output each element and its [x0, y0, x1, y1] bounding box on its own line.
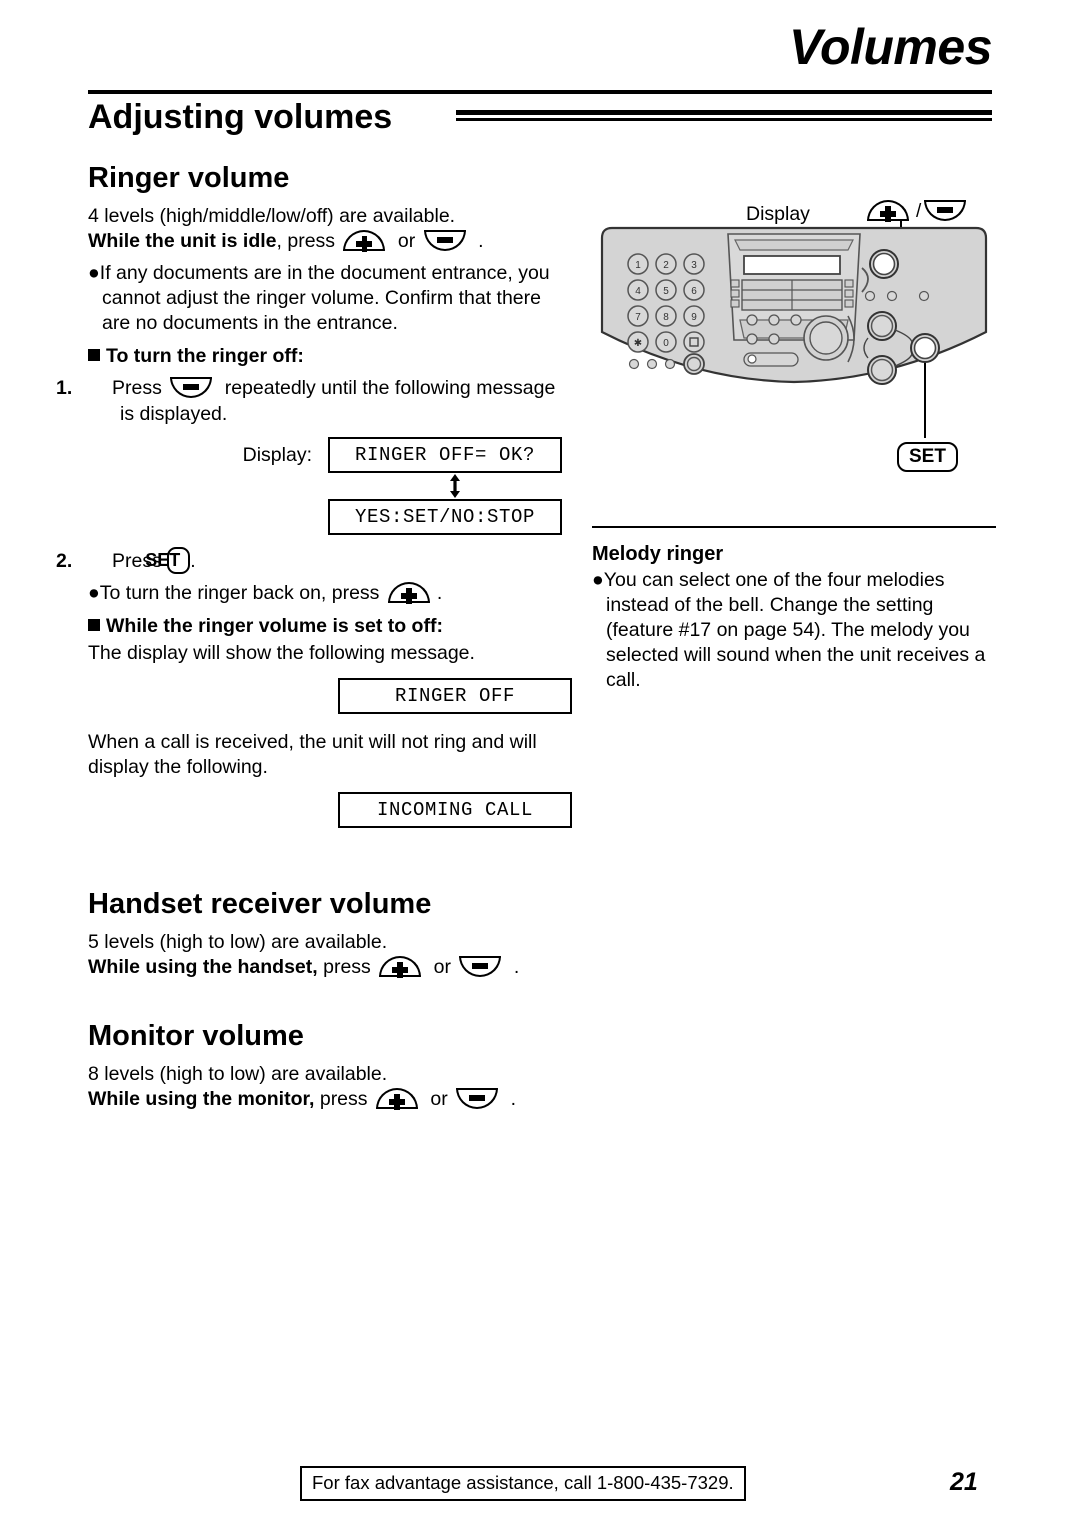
- step-1: 1. Press repeatedly until the following m…: [56, 375, 572, 427]
- section-title: Adjusting volumes: [88, 98, 393, 136]
- lcd-incoming-call: INCOMING CALL: [338, 792, 572, 828]
- volume-up-icon-monitor[interactable]: [375, 1088, 422, 1111]
- display-row-ringer-off-ok: Display: RINGER OFF= OK?: [88, 437, 572, 473]
- monitor-or-word: or: [430, 1088, 448, 1110]
- svg-text:5: 5: [663, 286, 669, 297]
- ringer-levels-line: 4 levels (high/middle/low/off) are avail…: [88, 205, 456, 227]
- lcd-ringer-off-ok: RINGER OFF= OK?: [328, 437, 562, 473]
- volume-up-icon-handset[interactable]: [379, 956, 425, 979]
- handset-press-bold: While using the handset,: [88, 956, 318, 978]
- display-label: Display:: [242, 443, 312, 466]
- lcd-yes-set-no-stop: YES:SET/NO:STOP: [328, 499, 562, 535]
- section-rule-thick: [456, 110, 992, 115]
- monitor-press-rest: press: [319, 1088, 368, 1110]
- volume-down-icon-step1[interactable]: [170, 377, 216, 400]
- handset-levels-line: 5 levels (high to low) are available.: [88, 931, 388, 953]
- right-column-divider: [592, 526, 996, 528]
- page-number: 21: [950, 1468, 978, 1496]
- square-bullet-icon-2: [88, 619, 100, 631]
- section-rules: [456, 110, 992, 121]
- updown-arrow-icon: [338, 473, 572, 499]
- step-2-number: 2.: [56, 550, 73, 572]
- ringer-press-line: While the unit is idle, press or .: [88, 229, 572, 254]
- svg-text:4: 4: [635, 286, 641, 297]
- ringer-back-on-post: .: [436, 582, 443, 604]
- step-1-pre: Press: [112, 377, 162, 399]
- chapter-title: Volumes: [788, 19, 993, 75]
- svg-text:0: 0: [663, 338, 669, 349]
- volume-down-icon-handset[interactable]: [459, 956, 505, 979]
- ringer-documents-bullet-text: If any documents are in the document ent…: [99, 262, 550, 334]
- heading-ringer-set-to-off: While the ringer volume is set to off:: [88, 614, 572, 639]
- svg-text:1: 1: [635, 260, 641, 271]
- svg-text:2: 2: [663, 260, 669, 271]
- volume-callout-separator: /: [916, 201, 922, 222]
- ringer-press-bold: While the unit is idle: [88, 230, 277, 252]
- section-rule-thin: [456, 118, 992, 121]
- heading-ringer-volume: Ringer volume: [88, 162, 290, 194]
- ringer-press-period: .: [478, 230, 484, 252]
- svg-text:✱: ✱: [634, 338, 642, 349]
- svg-text:3: 3: [691, 260, 697, 271]
- melody-ringer-bullet: ●You can select one of the four melodies…: [592, 569, 986, 691]
- ringer-back-on-pre: To turn the ringer back on, press: [99, 582, 380, 604]
- turn-ringer-off-text: To turn the ringer off:: [106, 345, 304, 367]
- ringer-set-to-off-text: While the ringer volume is set to off:: [106, 615, 443, 637]
- page-header: Volumes: [88, 18, 993, 94]
- left-column: Ringer volume 4 levels (high/middle/low/…: [56, 160, 572, 1112]
- handset-press-line: While using the handset, press or .: [88, 955, 572, 980]
- ringer-back-on-bullet: ●To turn the ringer back on, press .: [88, 582, 443, 605]
- handset-or-word: or: [433, 956, 451, 978]
- svg-text:9: 9: [691, 312, 697, 323]
- volume-down-icon[interactable]: [423, 230, 470, 253]
- step-1-number: 1.: [56, 377, 73, 399]
- volume-up-icon[interactable]: [343, 230, 389, 253]
- step-2-post: .: [190, 550, 196, 572]
- display-row-yes-set-no-stop: YES:SET/NO:STOP: [88, 499, 572, 535]
- set-callout-badge[interactable]: SET: [897, 442, 958, 472]
- step-2: 2. Press SET.: [56, 547, 572, 574]
- svg-text:6: 6: [691, 286, 697, 297]
- heading-turn-ringer-off: To turn the ringer off:: [88, 344, 572, 369]
- melody-ringer-bullet-text: You can select one of the four melodies …: [603, 569, 986, 691]
- handset-press-period: .: [513, 956, 520, 978]
- ringer-set-to-off-body: The display will show the following mess…: [88, 642, 475, 664]
- heading-melody-ringer: Melody ringer: [592, 543, 724, 565]
- square-bullet-icon: [88, 349, 100, 361]
- heading-monitor-volume: Monitor volume: [88, 1020, 304, 1052]
- monitor-press-line: While using the monitor, press or .: [88, 1087, 572, 1112]
- lcd-ringer-off: RINGER OFF: [338, 678, 572, 714]
- page-footer: For fax advantage assistance, call 1-800…: [0, 1466, 1080, 1506]
- fax-advantage-note: For fax advantage assistance, call 1-800…: [300, 1466, 746, 1501]
- header-rule: [88, 90, 992, 94]
- handset-press-rest: press: [323, 956, 371, 978]
- fax-machine-drawing: 1 2 3 4 5 6 7 8 9 ✱ 0: [600, 220, 988, 438]
- svg-text:8: 8: [663, 312, 669, 323]
- ringer-documents-bullet: ●If any documents are in the document en…: [88, 262, 550, 334]
- svg-text:7: 7: [635, 312, 641, 323]
- monitor-press-bold: While using the monitor,: [88, 1088, 315, 1110]
- monitor-press-period: .: [510, 1088, 516, 1110]
- fax-machine-figure: Display / 1 2 3 4 5 6 7 8 9 ✱ 0 SET: [592, 160, 996, 520]
- monitor-levels-line: 8 levels (high to low) are available.: [88, 1063, 388, 1085]
- ringer-press-rest: , press: [276, 230, 336, 252]
- set-button[interactable]: SET: [145, 547, 191, 574]
- right-column: Display / 1 2 3 4 5 6 7 8 9 ✱ 0 SET Melo…: [592, 160, 996, 693]
- ringer-incoming-body: When a call is received, the unit will n…: [88, 731, 537, 778]
- volume-down-icon-monitor[interactable]: [456, 1088, 502, 1111]
- section-header: Adjusting volumes: [88, 96, 992, 144]
- heading-handset-receiver-volume: Handset receiver volume: [88, 888, 432, 920]
- volume-up-icon-backon[interactable]: [387, 582, 434, 605]
- ringer-or-word: or: [397, 230, 416, 252]
